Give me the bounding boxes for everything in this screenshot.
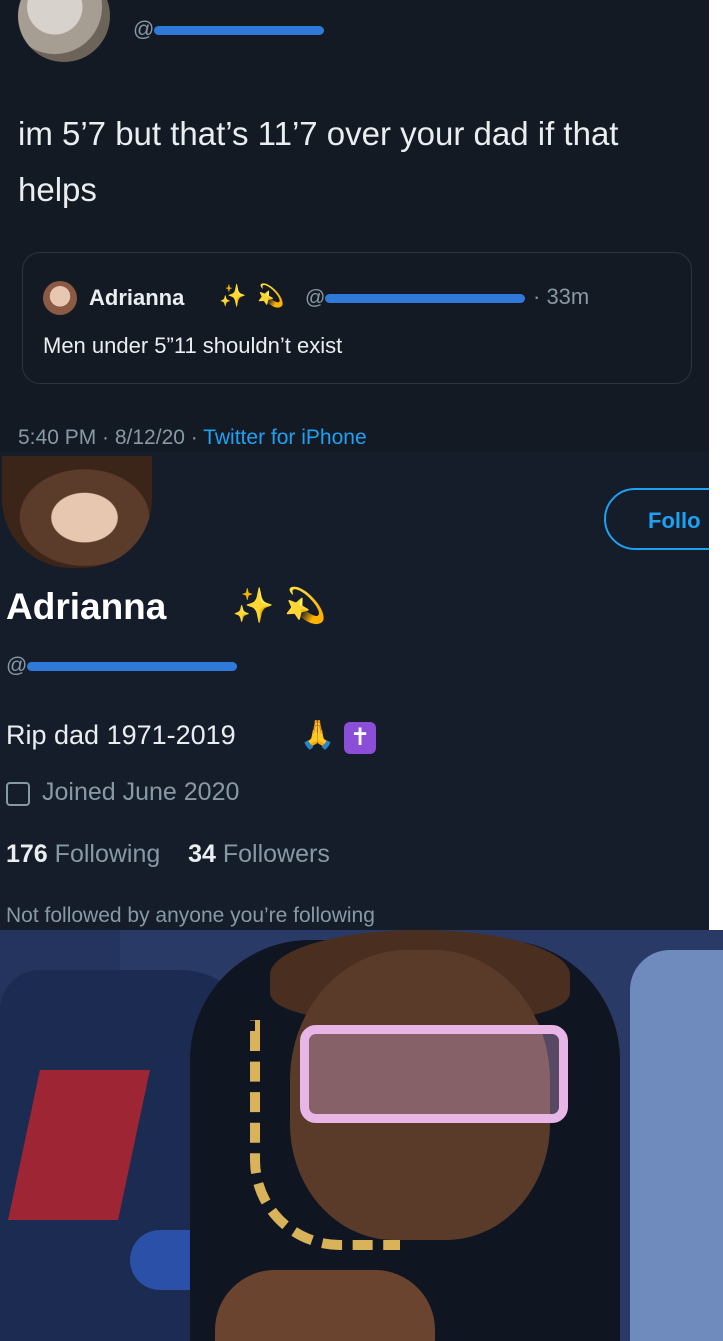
followers-count: 34: [188, 840, 216, 868]
sparkles-emoji-icon: ✨: [219, 283, 247, 308]
profile-name: Adrianna: [6, 586, 167, 627]
tweet-timestamp: 5:40 PM · 8/12/20 ·: [18, 426, 204, 449]
followers-label: Followers: [222, 840, 330, 868]
photo-hand: [215, 1270, 435, 1341]
tweet-author-handle[interactable]: @: [133, 18, 325, 42]
profile-avatar[interactable]: [0, 452, 158, 574]
following-count: 176: [6, 840, 48, 868]
dizzy-star-emoji-icon: 💫: [257, 283, 285, 308]
quoted-tweet-text: Men under 5”11 shouldn’t exist: [43, 333, 343, 358]
following-link[interactable]: 176 Following: [6, 840, 160, 868]
quoted-tweet-time: · 33m: [533, 284, 590, 309]
photo-gold-chain: [250, 1020, 400, 1250]
handle-prefix: @: [133, 18, 155, 41]
following-label: Following: [54, 840, 161, 868]
cross-emoji-icon: ✝: [344, 722, 376, 754]
profile-joined-date: Joined June 2020: [42, 778, 240, 806]
praying-hands-emoji-icon: 🙏: [300, 719, 335, 750]
profile-panel: Follo Adrianna ✨ 💫 @ Rip dad 1971-2019 🙏…: [0, 452, 709, 930]
quoted-author-avatar: [43, 281, 77, 315]
dizzy-star-emoji-icon: 💫: [284, 587, 327, 625]
reaction-photo: [0, 930, 723, 1341]
profile-bio: Rip dad 1971-2019: [6, 720, 236, 750]
tweet-author-avatar[interactable]: [18, 0, 110, 62]
tweet-panel: @ im 5’7 but that’s 11’7 over your dad i…: [0, 0, 709, 452]
redaction-mark: [325, 294, 526, 304]
sparkles-emoji-icon: ✨: [232, 587, 275, 625]
profile-stats: 176 Following 34 Followers: [6, 840, 330, 869]
quoted-tweet-card[interactable]: Adrianna ✨ 💫 @ · 33m Men under 5”11 shou…: [22, 252, 692, 384]
handle-prefix: @: [6, 654, 28, 677]
photo-background-person: [630, 950, 723, 1341]
not-followed-notice: Not followed by anyone you’re following: [6, 904, 375, 927]
tweet-text: im 5’7 but that’s 11’7 over your dad if …: [18, 115, 619, 208]
follow-button[interactable]: Follo: [604, 488, 709, 550]
quoted-author-handle: @: [305, 287, 526, 310]
handle-prefix: @: [305, 287, 326, 309]
tweet-source-link[interactable]: Twitter for iPhone: [203, 426, 366, 449]
profile-handle: @: [6, 654, 238, 678]
redaction-mark: [154, 25, 325, 35]
calendar-icon: [6, 782, 30, 806]
followers-link[interactable]: 34 Followers: [188, 840, 330, 868]
quoted-author-name: Adrianna: [89, 285, 185, 310]
tweet-timestamp-line: 5:40 PM · 8/12/20 · Twitter for iPhone: [18, 426, 367, 450]
redaction-mark: [27, 661, 238, 671]
